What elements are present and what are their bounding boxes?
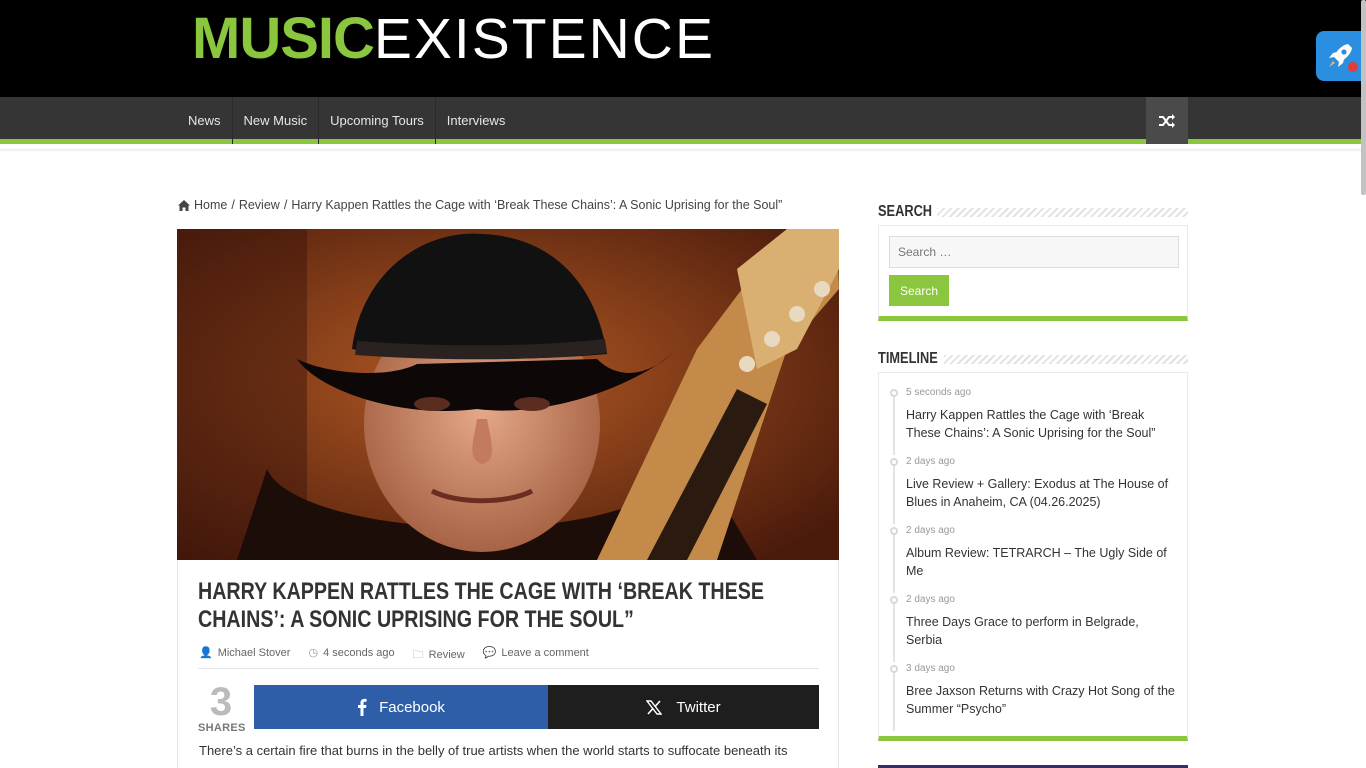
notification-dot — [1348, 62, 1358, 72]
timeline-bullet — [890, 596, 898, 604]
timeline-time: 2 days ago — [906, 456, 955, 467]
breadcrumb-separator: / — [283, 198, 288, 212]
timeline-widget-title: Timeline — [878, 349, 1188, 369]
nav-item-new-music[interactable]: New Music — [233, 97, 320, 144]
comments-link: Leave a comment — [501, 647, 589, 659]
search-title-text: Search — [878, 203, 937, 221]
share-count-number: 3 — [209, 680, 233, 724]
facebook-label: Facebook — [379, 698, 445, 716]
nav-item-upcoming-tours[interactable]: Upcoming Tours — [319, 97, 436, 144]
logo-existence: EXISTENCE — [373, 7, 715, 71]
article-excerpt: There’s a certain fire that burns in the… — [199, 743, 788, 758]
post-time: 4 seconds ago — [323, 647, 395, 659]
shuffle-icon — [1159, 113, 1175, 128]
title-stripes — [936, 208, 1188, 217]
meta-time: ◷ 4 seconds ago — [308, 646, 394, 665]
author-name: Michael Stover — [217, 647, 291, 659]
timeline-time: 2 days ago — [906, 525, 955, 536]
timeline-line — [893, 669, 895, 731]
facebook-icon — [358, 698, 367, 716]
breadcrumb-home[interactable]: Home — [194, 198, 227, 212]
search-widget: Search — [878, 225, 1188, 321]
timeline-time: 2 days ago — [906, 594, 955, 605]
breadcrumb-separator: / — [231, 198, 235, 212]
timeline-bullet — [890, 389, 898, 397]
featured-image — [177, 229, 839, 560]
article-title: Harry Kappen Rattles the Cage with ‘Brea… — [198, 578, 765, 633]
title-stripes — [944, 355, 1188, 364]
meta-category[interactable]: 🗀 Review — [413, 646, 465, 665]
nav-item-interviews[interactable]: Interviews — [436, 97, 517, 144]
breadcrumb: Home / Review / Harry Kappen Rattles the… — [178, 198, 782, 212]
meta-author[interactable]: 👤 Michael Stover — [199, 646, 290, 665]
timeline-title-text: Timeline — [878, 350, 943, 368]
timeline-line — [893, 393, 895, 455]
breadcrumb-current: Harry Kappen Rattles the Cage with ‘Brea… — [291, 198, 783, 212]
facebook-share-button[interactable]: Facebook — [254, 685, 548, 729]
timeline-bullet — [890, 458, 898, 466]
random-article-button[interactable] — [1146, 97, 1188, 144]
meta-comments[interactable]: 💬 Leave a comment — [483, 646, 589, 665]
folder-icon: 🗀 — [412, 649, 424, 661]
timeline-widget: 5 seconds ago Harry Kappen Rattles the C… — [878, 372, 1188, 741]
meta-divider — [198, 668, 819, 669]
article-meta: 👤 Michael Stover ◷ 4 seconds ago 🗀 Review 💬… — [199, 646, 589, 665]
timeline-time: 5 seconds ago — [906, 387, 972, 398]
timeline-headline[interactable]: Album Review: TETRARCH – The Ugly Side o… — [906, 544, 1178, 580]
timeline-headline[interactable]: Bree Jaxson Returns with Crazy Hot Song … — [906, 682, 1178, 718]
site-logo[interactable]: MUSIC EXISTENCE — [192, 4, 715, 68]
timeline-time: 3 days ago — [906, 663, 955, 674]
timeline-line — [893, 531, 895, 593]
site-header: MUSIC EXISTENCE — [0, 0, 1366, 97]
search-widget-title: Search — [878, 202, 1188, 222]
search-input[interactable] — [889, 236, 1179, 268]
timeline-bullet — [890, 665, 898, 673]
home-icon — [178, 199, 190, 211]
twitter-share-button[interactable]: Twitter — [548, 685, 819, 729]
search-button[interactable]: Search — [889, 275, 949, 306]
timeline-headline[interactable]: Three Days Grace to perform in Belgrade,… — [906, 613, 1178, 649]
timeline-headline[interactable]: Live Review + Gallery: Exodus at The Hou… — [906, 475, 1178, 511]
share-count: 3 SHARES — [198, 680, 246, 734]
category-name: Review — [428, 649, 465, 661]
clock-icon: ◷ — [308, 647, 319, 659]
twitter-x-icon — [646, 699, 663, 715]
comments-icon: 💬 — [482, 647, 497, 659]
page-scrollbar[interactable] — [1361, 0, 1366, 195]
nav-item-news[interactable]: News — [177, 97, 233, 144]
timeline-line — [893, 600, 895, 662]
breadcrumb-review[interactable]: Review — [239, 198, 280, 212]
timeline-bullet — [890, 527, 898, 535]
timeline-headline[interactable]: Harry Kappen Rattles the Cage with ‘Brea… — [906, 406, 1178, 442]
timeline-line — [893, 462, 895, 524]
twitter-label: Twitter — [676, 698, 721, 716]
user-icon: 👤 — [199, 647, 213, 659]
nav-shadow — [0, 149, 1366, 152]
logo-music: MUSIC — [192, 6, 375, 71]
rocket-button[interactable] — [1316, 31, 1366, 81]
article-card: Harry Kappen Rattles the Cage with ‘Brea… — [177, 560, 839, 768]
share-count-label: SHARES — [198, 722, 246, 734]
main-nav: News New Music Upcoming Tours Interviews — [0, 97, 1366, 144]
